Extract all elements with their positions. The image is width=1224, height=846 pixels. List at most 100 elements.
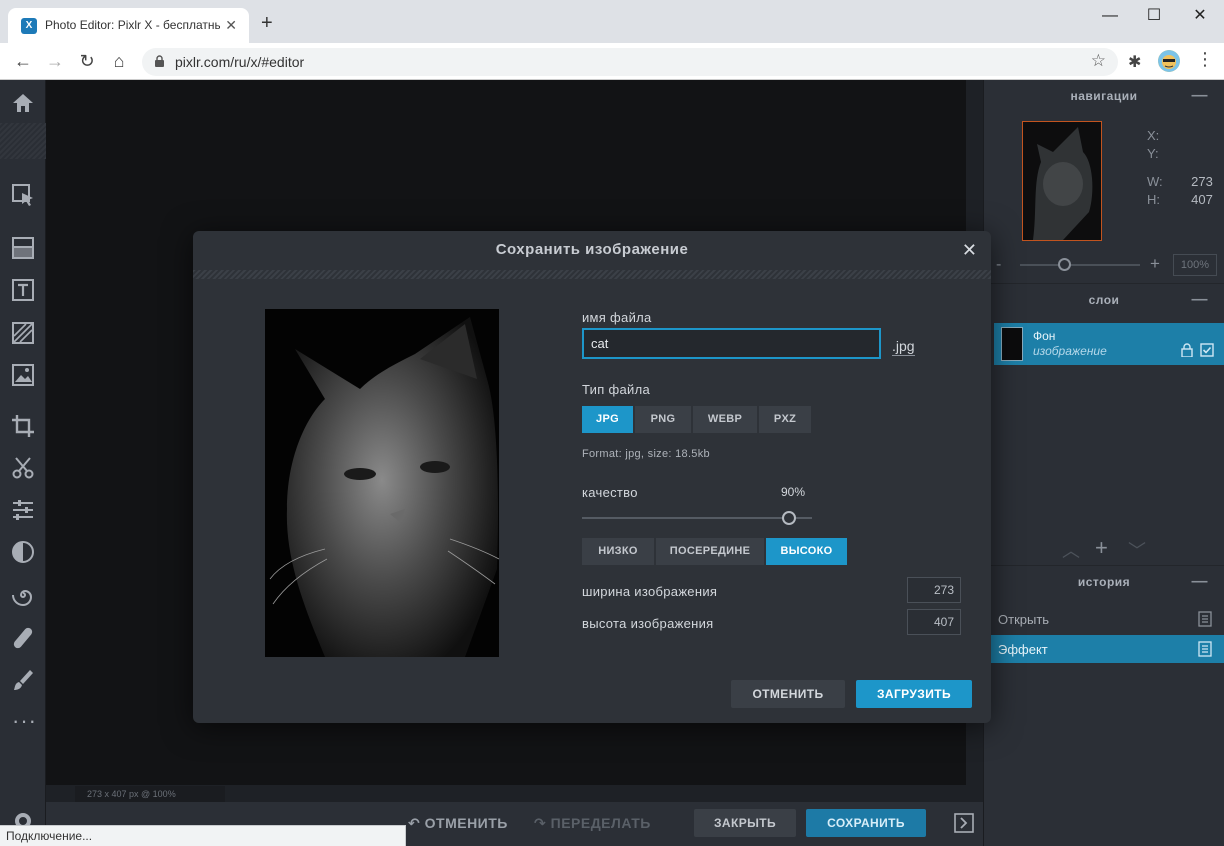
minimize-window-button[interactable]: — [1090, 6, 1130, 26]
maximize-window-button[interactable]: ☐ [1134, 6, 1174, 26]
tool-sidebar: ··· [0, 80, 46, 846]
redo-button[interactable]: ↷ ПЕРЕДЕЛАТЬ [534, 815, 651, 832]
width-label: ширина изображения [582, 584, 718, 599]
quality-high-button[interactable]: ВЫСОКО [766, 538, 847, 565]
undo-icon: ↶ [408, 815, 421, 831]
layer-item[interactable]: Фон изображение [994, 323, 1224, 365]
redo-icon: ↷ [534, 815, 547, 831]
history-item-label: Эффект [998, 642, 1048, 657]
filetype-pxz-button[interactable]: PXZ [759, 406, 811, 433]
quality-low-button[interactable]: НИЗКО [582, 538, 654, 565]
layer-type: изображение [1033, 344, 1107, 358]
tab-strip: X Photo Editor: Pixlr X - бесплатный ✕ +… [0, 0, 1224, 43]
undo-button[interactable]: ↶ ОТМЕНИТЬ [408, 815, 508, 832]
file-extension: .jpg [892, 338, 915, 356]
filter-contrast-icon[interactable] [10, 539, 36, 565]
layer-thumbnail [1001, 327, 1023, 361]
home-button[interactable]: ⌂ [108, 50, 130, 72]
new-tab-button[interactable]: + [261, 13, 273, 33]
home-icon[interactable] [10, 90, 36, 116]
browser-tab[interactable]: X Photo Editor: Pixlr X - бесплатный ✕ [8, 8, 249, 43]
cancel-button[interactable]: ОТМЕНИТЬ [731, 680, 845, 708]
browser-toolbar: ← → ↻ ⌂ pixlr.com/ru/x/#editor ☆ ✱ ⋮ [0, 43, 1224, 80]
filetype-jpg-button[interactable]: JPG [582, 406, 633, 433]
cat-photo-icon [269, 317, 499, 657]
quality-slider-handle[interactable] [782, 511, 796, 525]
arrange-tool-icon[interactable] [10, 182, 36, 208]
address-bar[interactable]: pixlr.com/ru/x/#editor ☆ [142, 48, 1118, 76]
navigator-collapse-icon[interactable]: — [1192, 80, 1209, 112]
zoom-field[interactable]: 100% [1173, 254, 1217, 276]
cat-thumbnail-icon [1033, 127, 1093, 240]
format-info: Format: jpg, size: 18.5kb [582, 448, 710, 460]
save-button[interactable]: СОХРАНИТЬ [806, 809, 926, 837]
extensions-puzzle-icon[interactable]: ✱ [1128, 52, 1141, 72]
history-item-label: Открыть [998, 612, 1050, 627]
profile-avatar[interactable] [1158, 50, 1180, 72]
history-header: история — [984, 565, 1224, 597]
forward-button[interactable]: → [44, 50, 66, 72]
pixlr-favicon-icon: X [21, 18, 37, 34]
layers-title: слои [1088, 293, 1120, 307]
zoom-out-button[interactable]: - [996, 256, 1001, 274]
more-tools-icon[interactable]: ··· [12, 708, 37, 734]
pattern-tool-icon[interactable] [10, 320, 36, 346]
filename-label: имя файла [582, 310, 652, 325]
bookmark-star-icon[interactable]: ☆ [1091, 51, 1106, 71]
zoom-slider-track[interactable] [1020, 264, 1140, 266]
zoom-slider-handle[interactable] [1058, 258, 1071, 271]
dialog-header-divider [193, 270, 991, 279]
zoom-in-button[interactable]: + [1150, 254, 1160, 274]
close-button[interactable]: ЗАКРЫТЬ [694, 809, 796, 837]
crop-tool-icon[interactable] [10, 413, 36, 439]
image-tool-icon[interactable] [10, 362, 36, 388]
layer-up-icon[interactable]: ︿ [1062, 537, 1080, 563]
layer-lock-icon[interactable] [1181, 343, 1193, 357]
back-button[interactable]: ← [12, 50, 34, 72]
filetype-label: Тип файла [582, 382, 650, 397]
retouch-bandage-icon[interactable] [10, 625, 36, 651]
adjust-sliders-icon[interactable] [10, 497, 36, 523]
avatar-face-icon [1158, 50, 1180, 72]
height-label: высота изображения [582, 616, 714, 631]
add-layer-icon[interactable]: + [1095, 535, 1108, 561]
reload-button[interactable]: ↻ [76, 50, 98, 72]
layer-visibility-checkbox-icon[interactable] [1200, 343, 1214, 357]
cutout-scissors-icon[interactable] [10, 455, 36, 481]
filetype-webp-button[interactable]: WEBP [693, 406, 757, 433]
navigator-title: навигации [1070, 89, 1138, 103]
nav-y-label: Y: [1147, 146, 1159, 161]
draw-brush-icon[interactable] [10, 667, 36, 693]
filetype-png-button[interactable]: PNG [635, 406, 691, 433]
history-item-active[interactable]: Эффект [984, 635, 1224, 663]
quality-slider-track[interactable] [582, 517, 812, 519]
history-collapse-icon[interactable]: — [1192, 566, 1209, 598]
history-item[interactable]: Открыть [984, 605, 1224, 633]
nav-x-label: X: [1147, 128, 1160, 143]
liquify-swirl-icon[interactable] [10, 582, 36, 608]
download-button[interactable]: ЗАГРУЗИТЬ [856, 680, 972, 708]
redo-label: ПЕРЕДЕЛАТЬ [550, 815, 651, 831]
width-input[interactable]: 273 [907, 577, 961, 603]
toggle-panel-icon[interactable] [954, 813, 974, 833]
close-dialog-icon[interactable]: ✕ [962, 240, 977, 261]
lock-icon [155, 55, 164, 67]
nav-w-value: 273 [1191, 174, 1213, 189]
url-text: pixlr.com/ru/x/#editor [175, 54, 305, 70]
dialog-title: Сохранить изображение [495, 241, 689, 258]
layout-tool-icon[interactable] [10, 235, 36, 261]
browser-menu-icon[interactable]: ⋮ [1196, 49, 1214, 70]
text-tool-icon[interactable] [10, 277, 36, 303]
undo-label: ОТМЕНИТЬ [424, 815, 508, 831]
navigator-thumbnail[interactable] [1022, 121, 1102, 241]
layer-down-icon[interactable]: ﹀ [1128, 537, 1146, 563]
filename-input[interactable]: cat [582, 328, 881, 359]
height-input[interactable]: 407 [907, 609, 961, 635]
quality-medium-button[interactable]: ПОСЕРЕДИНЕ [656, 538, 764, 565]
layers-header: слои — [984, 283, 1224, 315]
browser-chrome: X Photo Editor: Pixlr X - бесплатный ✕ +… [0, 0, 1224, 80]
tab-close-icon[interactable]: ✕ [225, 17, 237, 34]
close-window-button[interactable]: ✕ [1180, 6, 1220, 26]
nav-w-label: W: [1147, 174, 1163, 189]
layers-collapse-icon[interactable]: — [1192, 284, 1209, 316]
